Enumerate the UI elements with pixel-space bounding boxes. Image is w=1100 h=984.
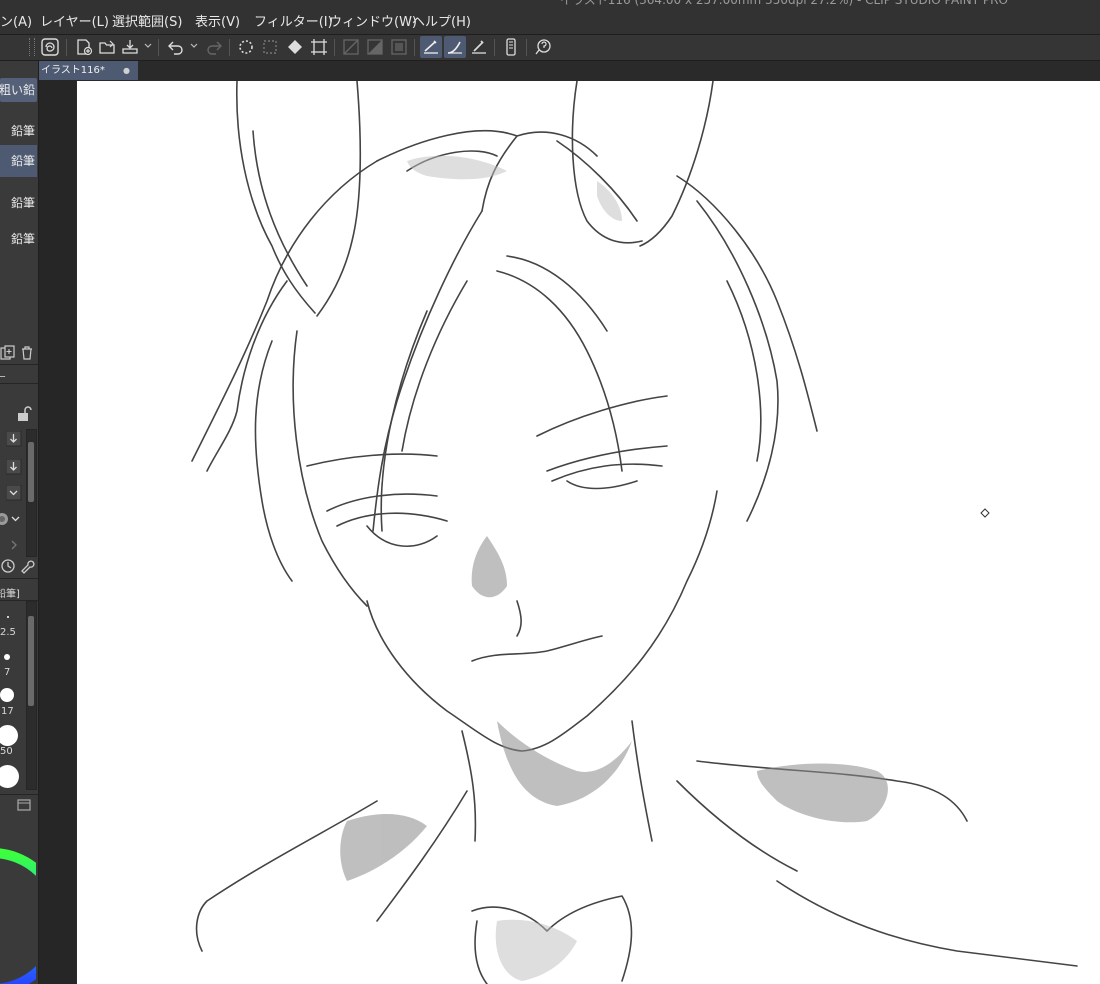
brush-preview-dot[interactable] bbox=[7, 616, 9, 618]
sub-tool-rough-pencil[interactable]: 粗い鉛 bbox=[0, 78, 37, 102]
ruler-snap-icon[interactable] bbox=[340, 36, 362, 58]
open-file-icon[interactable] bbox=[96, 36, 118, 58]
window-title: イラスト116 (364.00 x 257.00mm 350dpi 27.2%)… bbox=[560, 0, 1008, 7]
menu-filter[interactable]: フィルター(I) bbox=[250, 9, 337, 32]
ruler-special-icon[interactable] bbox=[364, 36, 386, 58]
menu-selection[interactable]: 選択範囲(S) bbox=[108, 9, 186, 32]
brush-size-value[interactable]: 17 bbox=[1, 706, 14, 717]
brush-size-value[interactable]: 2.5 bbox=[0, 627, 16, 638]
tab-strip bbox=[138, 61, 1100, 80]
menu-layer[interactable]: レイヤー(L) bbox=[36, 9, 113, 32]
help-icon[interactable] bbox=[532, 36, 554, 58]
tool-panel: 粗い鉛 鉛筆 鉛筆 鉛筆 鉛筆 ー 鉛筆] 2.5 bbox=[0, 61, 39, 984]
toolbar-grip[interactable] bbox=[29, 38, 35, 56]
tab-close-icon[interactable]: ● bbox=[123, 61, 130, 80]
wrench-icon[interactable] bbox=[19, 558, 35, 574]
property-scrollbar[interactable] bbox=[26, 429, 37, 557]
delete-subtool-icon[interactable] bbox=[19, 345, 35, 361]
chevron-right-icon[interactable] bbox=[6, 537, 22, 553]
undo-icon[interactable] bbox=[165, 36, 187, 58]
panel-gutter bbox=[39, 61, 76, 984]
sub-tool-pencil-2[interactable]: 鉛筆 bbox=[0, 145, 37, 177]
menu-bar: イラスト116 (364.00 x 257.00mm 350dpi 27.2%)… bbox=[0, 0, 1100, 35]
drawing-canvas[interactable] bbox=[77, 81, 1100, 984]
new-canvas-icon[interactable] bbox=[73, 36, 95, 58]
clear-selection-icon[interactable] bbox=[235, 36, 257, 58]
duplicate-subtool-icon[interactable] bbox=[0, 345, 16, 361]
save-dropdown-icon[interactable] bbox=[144, 41, 152, 51]
brush-preview-dot[interactable] bbox=[0, 725, 18, 746]
pen-pressure-icon[interactable] bbox=[420, 36, 442, 58]
color-wheel[interactable] bbox=[0, 806, 36, 984]
brush-size-value[interactable]: 50 bbox=[0, 746, 13, 757]
lock-icon[interactable] bbox=[16, 406, 32, 421]
brush-size-value[interactable]: 7 bbox=[4, 667, 10, 678]
clip-studio-icon[interactable] bbox=[39, 36, 61, 58]
select-all-icon[interactable] bbox=[259, 36, 281, 58]
menu-window[interactable]: ウィンドウ(W) bbox=[325, 9, 421, 32]
brush-stabilize-icon[interactable] bbox=[444, 36, 466, 58]
command-bar bbox=[0, 35, 1100, 61]
cursor-marker-icon bbox=[980, 508, 990, 518]
texture-dropdown-icon[interactable] bbox=[8, 511, 24, 527]
grid-snap-icon[interactable] bbox=[388, 36, 410, 58]
sub-tool-label: 鉛筆 bbox=[10, 232, 35, 246]
pressure-settings-2-icon[interactable] bbox=[5, 458, 22, 475]
sub-tool-label: 鉛筆 bbox=[10, 154, 35, 168]
brush-size-panel-tab[interactable]: 鉛筆] bbox=[0, 585, 20, 600]
sub-tool-pencil-1[interactable]: 鉛筆 bbox=[0, 118, 37, 145]
menu-animation[interactable]: ン(A) bbox=[0, 9, 36, 32]
sub-tool-pencil-3[interactable]: 鉛筆 bbox=[0, 190, 37, 217]
brush-preview-dot[interactable] bbox=[4, 654, 10, 660]
menu-view[interactable]: 表示(V) bbox=[191, 9, 244, 32]
sketch-artwork bbox=[191, 81, 1078, 984]
sub-tool-label: 鉛筆 bbox=[10, 196, 35, 210]
sub-tool-label: 鉛筆 bbox=[10, 124, 35, 138]
sub-tool-label: 粗い鉛 bbox=[0, 83, 35, 97]
menu-help[interactable]: ヘルプ(H) bbox=[408, 9, 475, 32]
transform-icon[interactable] bbox=[308, 36, 330, 58]
brush-preview-dot[interactable] bbox=[0, 688, 14, 702]
fill-icon[interactable] bbox=[284, 36, 306, 58]
redo-icon[interactable] bbox=[203, 36, 225, 58]
reset-icon[interactable] bbox=[0, 558, 16, 574]
dropdown-chevron-icon[interactable] bbox=[5, 484, 22, 501]
sub-tool-pencil-4[interactable]: 鉛筆 bbox=[0, 226, 37, 253]
undo-dropdown-icon[interactable] bbox=[190, 41, 198, 51]
pressure-settings-icon[interactable] bbox=[5, 430, 22, 447]
line-correct-icon[interactable] bbox=[468, 36, 490, 58]
panel-tab-fragment: ー bbox=[0, 370, 6, 383]
brush-size-scrollbar[interactable] bbox=[26, 601, 37, 790]
tab-label: イラスト116* bbox=[41, 65, 105, 76]
save-icon[interactable] bbox=[119, 36, 141, 58]
brush-preview-dot[interactable] bbox=[0, 765, 19, 788]
tab-document[interactable]: イラスト116* ● bbox=[39, 61, 138, 80]
smartphone-icon[interactable] bbox=[500, 36, 522, 58]
